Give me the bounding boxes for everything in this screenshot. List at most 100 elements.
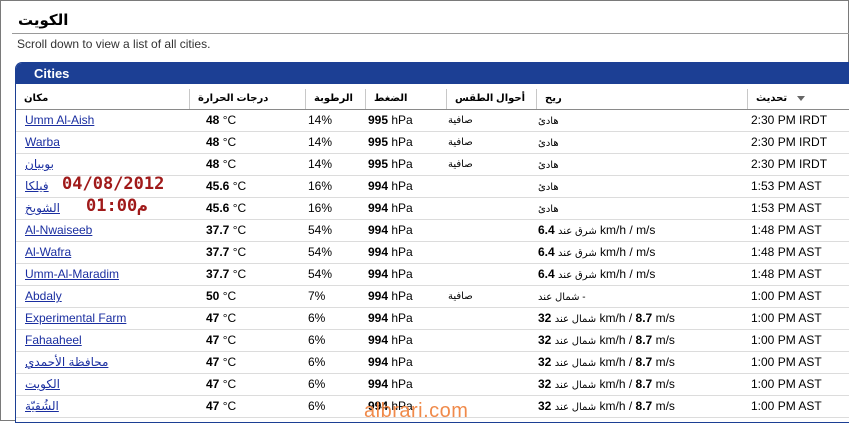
pressure-cell: 994 hPa bbox=[368, 220, 413, 241]
updated-cell: 1:00 PM AST bbox=[751, 377, 822, 391]
wind-ms-unit: m/s bbox=[655, 377, 675, 391]
wind-speed: 6.4 bbox=[538, 267, 555, 281]
column-header-conditions[interactable]: أحوال الطقس bbox=[446, 89, 536, 109]
wind-speed: 6.4 bbox=[538, 245, 555, 259]
updated-cell: 1:53 PM AST bbox=[751, 179, 822, 193]
updated-cell: 1:48 PM AST bbox=[751, 223, 822, 237]
temperature-cell: 50 °C bbox=[206, 286, 236, 307]
sort-desc-icon[interactable] bbox=[797, 95, 806, 101]
humidity-cell: 14% bbox=[308, 135, 333, 149]
city-link[interactable]: الكويت bbox=[25, 377, 60, 391]
temperature-value: 48 bbox=[206, 157, 220, 171]
updated-cell: 1:00 PM AST bbox=[751, 355, 822, 369]
city-link[interactable]: الشُقيّة bbox=[25, 399, 59, 413]
humidity-cell: 6% bbox=[308, 311, 326, 325]
wind-cell: 6.4 شرق عند km/h / m/s bbox=[538, 264, 655, 285]
city-link[interactable]: Abdaly bbox=[25, 289, 62, 303]
humidity-cell: 54% bbox=[308, 245, 333, 259]
wind-ms-unit: m/s bbox=[636, 267, 656, 281]
column-header-updated[interactable]: تحديث bbox=[747, 89, 849, 109]
temperature-unit: °C bbox=[222, 377, 237, 391]
table-row: Abdaly 50 °C 7% 994 hPa صافية شمال عند - 1:0… bbox=[16, 286, 849, 308]
wind-direction: شمال عند bbox=[554, 402, 597, 413]
pressure-value: 994 bbox=[368, 377, 389, 391]
humidity-cell: 16% bbox=[308, 201, 333, 215]
table-row: Warba 48 °C 14% 995 hPa صافية هادئ 2:30 PM I… bbox=[16, 132, 849, 154]
wind-cell: هادئ bbox=[538, 176, 559, 197]
wind-kmh-unit: km/h / bbox=[599, 333, 633, 347]
column-label: أحوال الطقس bbox=[455, 93, 526, 104]
city-link[interactable]: Umm-Al-Maradim bbox=[25, 267, 119, 281]
updated-cell: 1:48 PM AST bbox=[751, 245, 822, 259]
table-row: محافظة الأحمدي 47 °C 6% 994 hPa 32 شمال عند … bbox=[16, 352, 849, 374]
city-link[interactable]: الشويخ bbox=[25, 201, 60, 215]
cities-table-body: Umm Al-Aish 48 °C 14% 995 hPa صافية هادئ 2:3… bbox=[16, 110, 849, 418]
temperature-unit: °C bbox=[232, 201, 247, 215]
humidity-cell: 14% bbox=[308, 113, 333, 127]
temperature-unit: °C bbox=[222, 333, 237, 347]
city-link[interactable]: بوبيان bbox=[25, 157, 54, 171]
temperature-cell: 47 °C bbox=[206, 330, 236, 351]
wind-ms-unit: m/s bbox=[636, 223, 656, 237]
city-link[interactable]: Fahaaheel bbox=[25, 333, 82, 347]
city-link[interactable]: Al-Nwaiseeb bbox=[25, 223, 92, 237]
column-header-place[interactable]: مكان bbox=[16, 89, 189, 109]
city-link[interactable]: Umm Al-Aish bbox=[25, 113, 94, 127]
temperature-value: 48 bbox=[206, 113, 220, 127]
wind-direction: شمال عند - bbox=[538, 292, 586, 303]
city-link[interactable]: Warba bbox=[25, 135, 60, 149]
wind-ms-value: 8.7 bbox=[635, 311, 653, 325]
updated-cell: 2:30 PM IRDT bbox=[751, 135, 828, 149]
wind-ms-value: 8.7 bbox=[635, 355, 653, 369]
humidity-cell: 6% bbox=[308, 377, 326, 391]
humidity-cell: 54% bbox=[308, 267, 333, 281]
temperature-unit: °C bbox=[232, 245, 247, 259]
pressure-unit: hPa bbox=[391, 223, 413, 237]
temperature-cell: 37.7 °C bbox=[206, 220, 246, 241]
humidity-cell: 6% bbox=[308, 399, 326, 413]
city-link[interactable]: Experimental Farm bbox=[25, 311, 126, 325]
city-link[interactable]: Al-Wafra bbox=[25, 245, 71, 259]
pressure-value: 994 bbox=[368, 311, 389, 325]
column-header-wind[interactable]: ريح bbox=[536, 89, 747, 109]
temperature-value: 45.6 bbox=[206, 179, 230, 193]
temperature-cell: 47 °C bbox=[206, 352, 236, 373]
wind-ms-unit: m/s bbox=[655, 399, 675, 413]
column-header-humidity[interactable]: الرطوبة bbox=[305, 89, 365, 109]
temperature-unit: °C bbox=[222, 289, 237, 303]
pressure-unit: hPa bbox=[391, 289, 413, 303]
page-title: الكويت bbox=[18, 12, 69, 29]
temperature-value: 48 bbox=[206, 135, 220, 149]
conditions-cell: صافية bbox=[448, 115, 473, 126]
wind-cell: هادئ bbox=[538, 154, 559, 175]
page-subtitle: Scroll down to view a list of all cities… bbox=[17, 37, 211, 51]
wind-direction: هادئ bbox=[538, 182, 559, 193]
pressure-value: 994 bbox=[368, 355, 389, 369]
column-header-pressure[interactable]: الضغط bbox=[365, 89, 446, 109]
wind-speed: 32 bbox=[538, 333, 552, 347]
pressure-value: 995 bbox=[368, 113, 389, 127]
table-row: Al-Wafra 37.7 °C 54% 994 hPa 6.4 شرق عند km/… bbox=[16, 242, 849, 264]
pressure-value: 994 bbox=[368, 179, 389, 193]
table-row: Umm-Al-Maradim 37.7 °C 54% 994 hPa 6.4 شرق ع… bbox=[16, 264, 849, 286]
city-link[interactable]: فيلكا bbox=[25, 179, 49, 193]
conditions-cell: صافية bbox=[448, 137, 473, 148]
wind-kmh-unit: km/h / bbox=[600, 267, 633, 281]
temperature-value: 47 bbox=[206, 399, 220, 413]
wind-direction: شرق عند bbox=[558, 248, 597, 259]
wind-cell: 32 شمال عند km/h / 8.7 m/s bbox=[538, 308, 675, 329]
wind-direction: شرق عند bbox=[558, 270, 597, 281]
temperature-cell: 45.6 °C bbox=[206, 198, 246, 219]
city-link[interactable]: محافظة الأحمدي bbox=[25, 355, 108, 369]
wind-cell: هادئ bbox=[538, 132, 559, 153]
table-row: Umm Al-Aish 48 °C 14% 995 hPa صافية هادئ 2:3… bbox=[16, 110, 849, 132]
temperature-cell: 48 °C bbox=[206, 110, 236, 131]
pressure-unit: hPa bbox=[391, 201, 413, 215]
updated-cell: 1:48 PM AST bbox=[751, 267, 822, 281]
wind-kmh-unit: km/h / bbox=[599, 399, 633, 413]
wind-ms-value: 8.7 bbox=[635, 399, 653, 413]
conditions-cell: صافية bbox=[448, 159, 473, 170]
column-header-temp[interactable]: درجات الحرارة bbox=[189, 89, 305, 109]
pressure-value: 994 bbox=[368, 223, 389, 237]
temperature-unit: °C bbox=[222, 113, 237, 127]
